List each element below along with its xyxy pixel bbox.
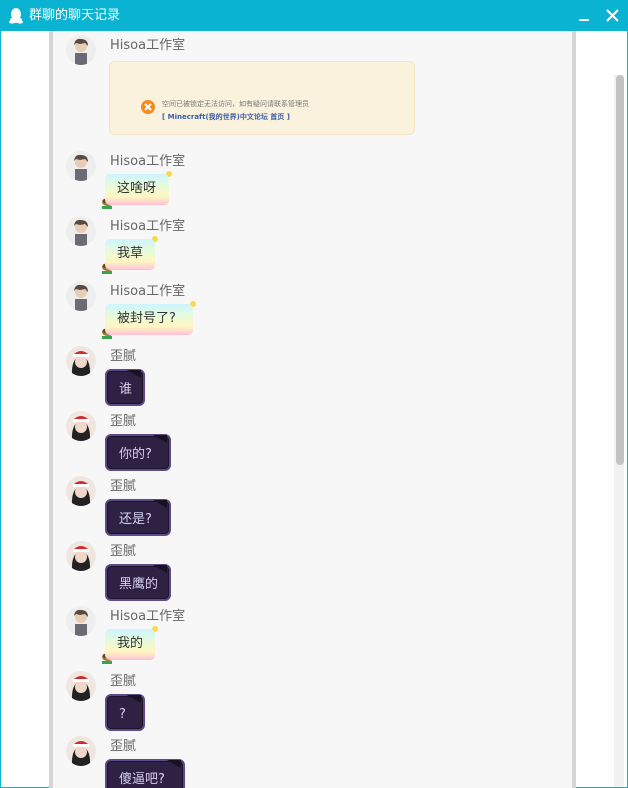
message-bubble[interactable]: 谁 <box>105 369 145 406</box>
title-bar: 群聊的聊天记录 <box>0 0 628 31</box>
message-text: 我的 <box>117 636 144 651</box>
bubble-corner-icon <box>153 435 167 443</box>
sender-name: 歪腻 <box>110 349 137 364</box>
sender-name: Hisoa工作室 <box>110 38 186 53</box>
avatar[interactable] <box>66 216 96 246</box>
chat-history-panel[interactable]: Hisoa工作室 空间已被锁定无法访问，如有疑问请联系管理员 [ Minecra… <box>49 31 576 788</box>
message-text: 谁 <box>119 382 133 397</box>
scrollbar-thumb[interactable] <box>616 75 624 465</box>
avatar[interactable] <box>66 411 96 441</box>
avatar[interactable] <box>66 476 96 506</box>
avatar[interactable] <box>66 606 96 636</box>
avatar[interactable] <box>66 281 96 311</box>
qq-penguin-icon <box>9 8 23 24</box>
sender-name: 歪腻 <box>110 544 137 559</box>
message-text: 你的? <box>119 447 152 462</box>
sender-name: Hisoa工作室 <box>110 284 186 299</box>
message-bubble[interactable]: 黑鹰的 <box>105 564 171 601</box>
minimize-icon[interactable] <box>577 9 591 23</box>
message-text: 我草 <box>117 246 144 261</box>
message-text: 被封号了? <box>117 311 176 326</box>
message-bubble[interactable]: ? <box>105 694 145 731</box>
message-text: 傻逼吧? <box>119 772 165 787</box>
bubble-corner-icon <box>167 760 181 768</box>
notice-link[interactable]: [ Minecraft(我的世界)中文论坛 首页 ] <box>162 112 290 122</box>
sender-name: Hisoa工作室 <box>110 609 186 624</box>
avatar[interactable] <box>66 671 96 701</box>
sender-name: 歪腻 <box>110 674 137 689</box>
close-icon[interactable] <box>605 8 620 23</box>
bubble-corner-icon <box>153 500 167 508</box>
message-bubble[interactable]: 还是? <box>105 499 171 536</box>
window-frame-left <box>0 31 1 788</box>
sender-name: 歪腻 <box>110 414 137 429</box>
avatar[interactable] <box>66 35 96 65</box>
message-bubble[interactable]: 我草 <box>105 239 155 269</box>
notice-text: 空间已被锁定无法访问，如有疑问请联系管理员 <box>162 100 309 108</box>
message-text: 这啥呀 <box>117 181 157 196</box>
warning-icon <box>141 100 155 114</box>
bubble-corner-icon <box>127 370 141 378</box>
avatar[interactable] <box>66 541 96 571</box>
bubble-corner-icon <box>127 695 141 703</box>
sender-name: 歪腻 <box>110 739 137 754</box>
avatar[interactable] <box>66 346 96 376</box>
window-title: 群聊的聊天记录 <box>29 8 121 23</box>
shared-card[interactable]: 空间已被锁定无法访问，如有疑问请联系管理员 [ Minecraft(我的世界)中… <box>109 61 415 135</box>
sender-name: Hisoa工作室 <box>110 154 186 169</box>
message-bubble[interactable]: 我的 <box>105 629 155 659</box>
message-text: 还是? <box>119 512 152 527</box>
message-bubble[interactable]: 你的? <box>105 434 171 471</box>
sender-name: 歪腻 <box>110 479 137 494</box>
message-text: ? <box>119 707 126 722</box>
message-bubble[interactable]: 这啥呀 <box>105 174 169 204</box>
bubble-corner-icon <box>153 565 167 573</box>
message-text: 黑鹰的 <box>119 577 159 592</box>
message-bubble[interactable]: 被封号了? <box>105 304 193 334</box>
avatar[interactable] <box>66 151 96 181</box>
sender-name: Hisoa工作室 <box>110 219 186 234</box>
message-bubble[interactable]: 傻逼吧? <box>105 759 185 788</box>
avatar[interactable] <box>66 736 96 766</box>
